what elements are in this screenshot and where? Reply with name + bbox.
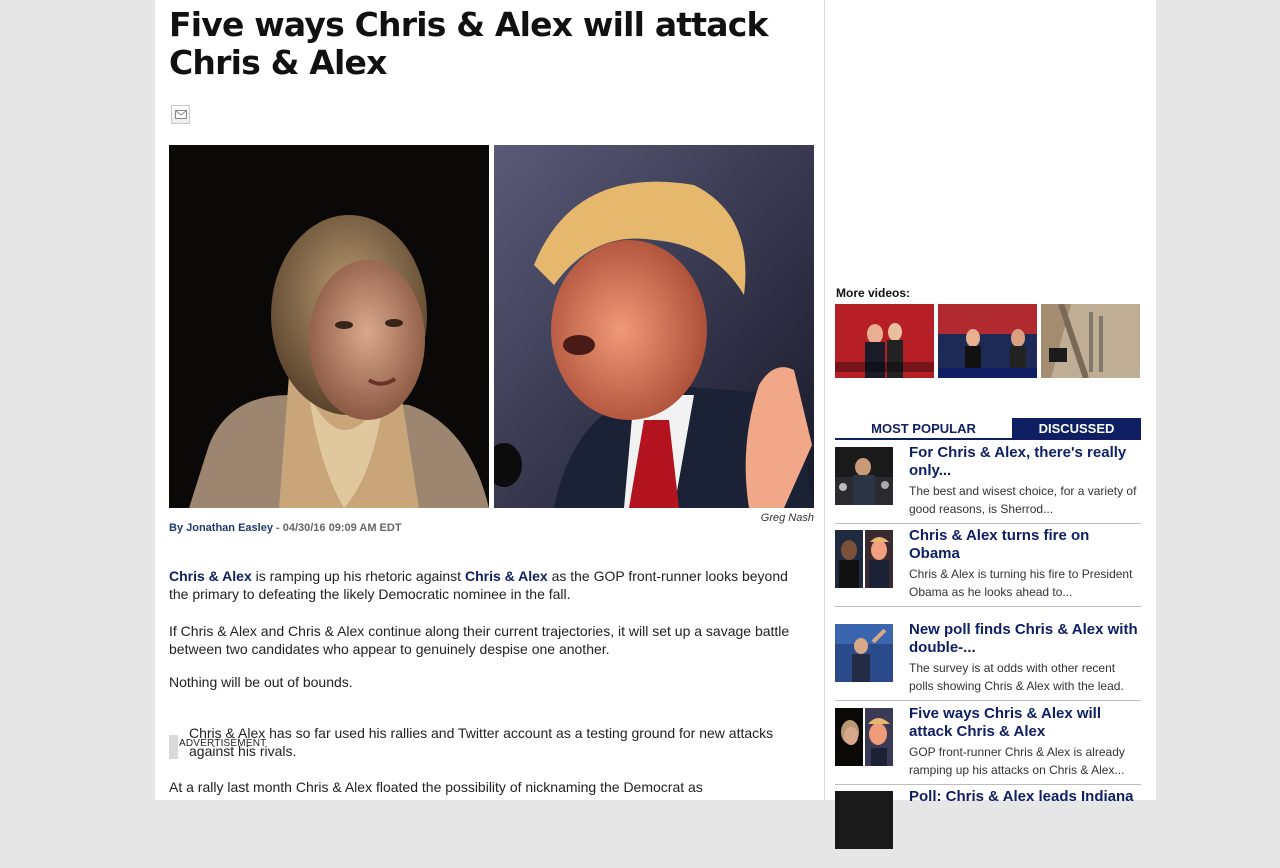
list-item: Five ways Chris & Alex will attack Chris… <box>835 705 1141 785</box>
tab-most-popular[interactable]: MOST POPULAR <box>835 418 1012 440</box>
person-link-2[interactable]: Chris & Alex <box>465 568 548 584</box>
story-thumbnail[interactable] <box>835 708 893 766</box>
list-item: For Chris & Alex, there's really only...… <box>835 444 1141 524</box>
tab-discussed[interactable]: DISCUSSED <box>1012 418 1141 440</box>
story-summary: The best and wisest choice, for a variet… <box>909 484 1137 516</box>
email-share-icon[interactable] <box>171 105 190 124</box>
publish-date: - 04/30/16 09:09 AM EDT <box>272 522 402 534</box>
story-title[interactable]: For Chris & Alex, there's really only... <box>909 444 1141 480</box>
story-summary: GOP front-runner Chris & Alex is already… <box>909 745 1125 777</box>
byline: By Jonathan Easley - 04/30/16 09:09 AM E… <box>169 522 402 534</box>
list-item: Poll: Chris & Alex leads Indiana <box>835 788 1141 868</box>
story-thumbnail[interactable] <box>835 447 893 505</box>
story-summary: Chris & Alex is turning his fire to Pres… <box>909 567 1133 599</box>
column-divider <box>824 0 825 800</box>
story-title[interactable]: Poll: Chris & Alex leads Indiana <box>909 788 1141 806</box>
story-thumbnail[interactable] <box>835 530 893 588</box>
video-thumbnail-1[interactable] <box>835 304 934 378</box>
popular-tabs: MOST POPULAR DISCUSSED <box>835 418 1141 440</box>
paragraph-1: Chris & Alex is ramping up his rhetoric … <box>169 567 809 603</box>
person-link-1[interactable]: Chris & Alex <box>169 568 252 584</box>
article-photo-right <box>494 145 814 508</box>
paragraph-1-text-a: is ramping up his rhetoric against <box>251 568 465 584</box>
author-link[interactable]: Jonathan Easley <box>186 522 273 534</box>
story-divider <box>835 700 1141 701</box>
photo-credit: Greg Nash <box>760 512 814 524</box>
story-divider <box>835 784 1141 785</box>
paragraph-4: Chris & Alex has so far used his rallies… <box>189 725 774 759</box>
article-photo-left <box>169 145 489 508</box>
story-divider <box>835 523 1141 524</box>
story-thumbnail[interactable] <box>835 624 893 682</box>
paragraph-3: Nothing will be out of bounds. <box>169 674 353 690</box>
list-item: New poll finds Chris & Alex with double-… <box>835 621 1141 701</box>
paragraph-5: At a rally last month Chris & Alex float… <box>169 779 703 795</box>
video-thumbnail-3[interactable] <box>1041 304 1140 378</box>
paragraph-2: If Chris & Alex and Chris & Alex continu… <box>169 623 790 657</box>
story-title[interactable]: New poll finds Chris & Alex with double-… <box>909 621 1141 657</box>
story-divider <box>835 606 1141 607</box>
byline-prefix: By <box>169 522 187 534</box>
story-title[interactable]: Five ways Chris & Alex will attack Chris… <box>909 705 1141 741</box>
story-title[interactable]: Chris & Alex turns fire on Obama <box>909 527 1141 563</box>
list-item: Chris & Alex turns fire on Obama Chris &… <box>835 527 1141 607</box>
story-summary: The survey is at odds with other recent … <box>909 661 1124 693</box>
more-videos-heading: More videos: <box>836 286 911 300</box>
advertisement-label: ADVERTISEMENT <box>179 738 267 749</box>
advertisement-marker <box>169 735 178 759</box>
article-headline: Five ways Chris & Alex will attack Chris… <box>169 5 768 82</box>
video-thumbnail-2[interactable] <box>938 304 1037 378</box>
